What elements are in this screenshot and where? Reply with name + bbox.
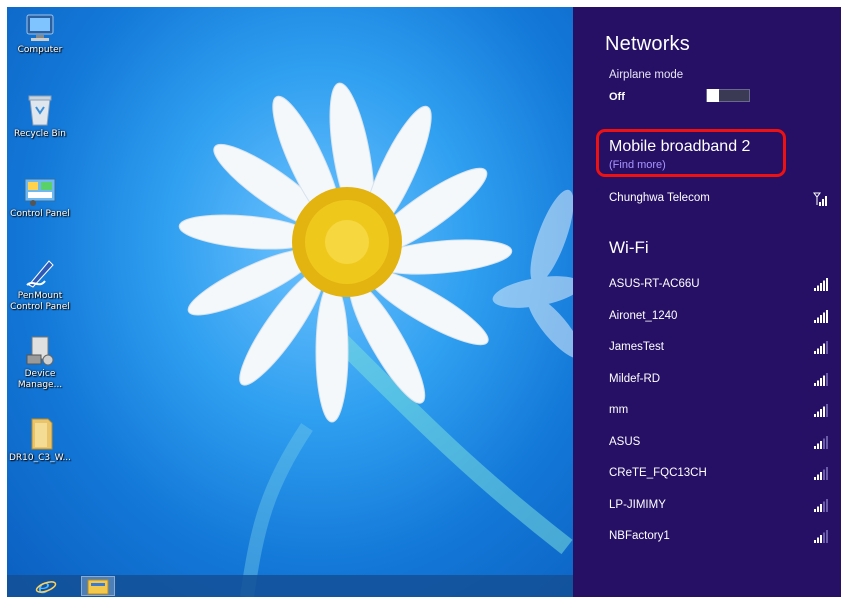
network-name: Aironet_1240 [609, 309, 678, 322]
taskbar: e [7, 575, 573, 597]
wifi-network-item[interactable]: Mildef-RD [609, 370, 829, 390]
ie-taskbar-button[interactable]: e [29, 576, 63, 596]
wifi-signal-icon [813, 529, 829, 546]
wifi-signal-icon [813, 372, 829, 389]
network-name: ASUS [609, 435, 641, 448]
wifi-signal-icon [813, 403, 829, 420]
internet-explorer-icon: e [35, 576, 57, 596]
desktop-icon-penmount[interactable]: PenMount Control Panel [7, 255, 73, 313]
airplane-mode-state: Off [609, 91, 625, 103]
wifi-network-item[interactable]: NBFactory1 [609, 527, 829, 547]
control-panel-icon [24, 178, 56, 206]
desktop-icon-control-panel[interactable]: Control Panel [7, 177, 73, 220]
cellular-signal-icon [813, 191, 829, 210]
wifi-network-item[interactable]: CReTE_FQC13CH [609, 464, 829, 484]
wifi-network-item[interactable]: LP-JIMIMY [609, 496, 829, 516]
wifi-section-title: Wi-Fi [609, 238, 649, 257]
airplane-mode-label: Airplane mode [609, 69, 684, 81]
file-explorer-icon [87, 579, 109, 595]
wifi-signal-icon [813, 466, 829, 483]
desktop-icon-recycle-bin[interactable]: Recycle Bin [7, 93, 73, 140]
wifi-signal-icon [813, 277, 829, 294]
network-name: Chunghwa Telecom [609, 192, 710, 204]
wifi-network-item[interactable]: ASUS [609, 433, 829, 453]
airplane-mode-toggle[interactable] [706, 89, 750, 102]
wifi-signal-icon [813, 340, 829, 357]
desktop-icon-label: Computer [17, 45, 63, 55]
desktop-icon-folder[interactable]: DR10_C3_W... [7, 417, 73, 464]
pen-icon [26, 260, 54, 288]
recycle-bin-icon [28, 95, 52, 126]
wifi-signal-icon [813, 309, 829, 326]
network-name: Mildef-RD [609, 372, 661, 385]
network-name: CReTE_FQC13CH [609, 467, 707, 479]
networks-panel: Networks Airplane mode Off Mobile broadb… [573, 7, 841, 597]
wifi-network-item[interactable]: mm [609, 401, 829, 421]
folder-icon [31, 418, 53, 450]
mobile-broadband-title: Mobile broadband 2 [609, 138, 751, 155]
computer-icon [26, 14, 54, 41]
desktop-icon-computer[interactable]: Computer [7, 13, 73, 56]
wifi-signal-icon [813, 498, 829, 515]
desktop-icon-label: Control Panel [10, 209, 70, 219]
desktop-icon-label: Recycle Bin [14, 129, 66, 139]
network-name: ASUS-RT-AC66U [609, 278, 700, 290]
panel-title: Networks [605, 33, 690, 55]
desktop-icon-label: DR10_C3_W... [8, 453, 72, 463]
desktop: Computer Recycle Bin Control Panel PenMo… [7, 7, 573, 597]
desktop-icon-device-manager[interactable]: Device Manage... [7, 335, 73, 391]
device-manager-icon [26, 336, 54, 366]
mobile-network-item[interactable]: Chunghwa Telecom [609, 189, 829, 209]
desktop-icon-label: PenMount Control Panel [10, 291, 70, 312]
network-name: JamesTest [609, 341, 664, 353]
wifi-network-item[interactable]: ASUS-RT-AC66U [609, 275, 829, 295]
find-more-link[interactable]: (Find more) [609, 159, 666, 171]
toggle-knob [707, 89, 719, 102]
wifi-signal-icon [813, 435, 829, 452]
network-name: mm [609, 404, 629, 416]
network-name: NBFactory1 [609, 530, 670, 542]
network-name: LP-JIMIMY [609, 498, 666, 511]
wifi-network-item[interactable]: Aironet_1240 [609, 307, 829, 327]
file-explorer-taskbar-button[interactable] [81, 576, 115, 596]
flower-wallpaper [178, 82, 573, 597]
wifi-network-item[interactable]: JamesTest [609, 338, 829, 358]
desktop-icon-label: Device Manage... [17, 369, 63, 390]
